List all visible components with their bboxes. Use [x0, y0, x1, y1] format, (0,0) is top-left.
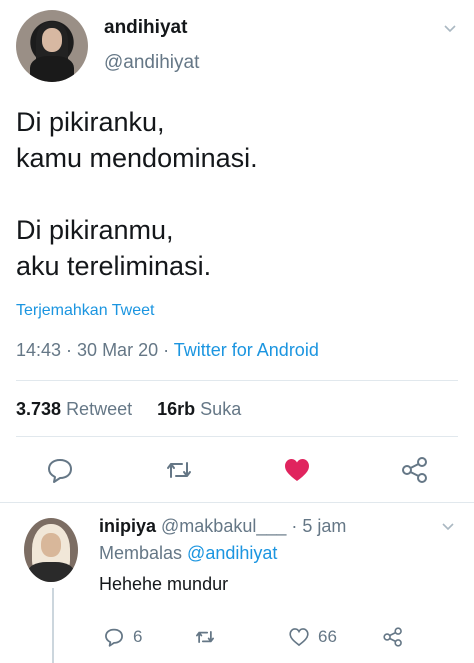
reply-handle[interactable]: @makbakul___	[161, 516, 286, 536]
reply-reply-count: 6	[133, 627, 143, 646]
like-count: 16rb	[157, 399, 196, 419]
retweet-count: 3.738	[16, 399, 62, 419]
user-handle[interactable]: @andihiyat	[104, 52, 199, 74]
reply-like-button[interactable]: 66	[288, 624, 337, 650]
avatar-face	[41, 533, 61, 557]
tweet-meta: 14:43 · 30 Mar 20 · Twitter for Android	[16, 340, 319, 361]
reply-share-button[interactable]	[382, 624, 404, 650]
like-button[interactable]	[282, 455, 312, 485]
retweet-icon	[196, 630, 214, 644]
reply-header: inipiya @makbakul___ · 5 jam	[99, 516, 346, 537]
replying-to-handle[interactable]: @andihiyat	[187, 543, 277, 563]
replying-prefix: Membalas	[99, 543, 183, 563]
avatar[interactable]	[24, 518, 78, 582]
retweet-label: Retweet	[66, 399, 133, 419]
like-label: Suka	[200, 399, 242, 419]
reply-actions: 6 66	[0, 624, 474, 654]
reply-time: · 5 jam	[291, 516, 347, 536]
reply-tweet[interactable]: inipiya @makbakul___ · 5 jam Membalas @a…	[0, 506, 474, 663]
tweet-text: Di pikiranku, kamu mendominasi. Di pikir…	[16, 107, 258, 281]
heart-icon	[285, 459, 309, 481]
tweet-source-link[interactable]: Twitter for Android	[174, 340, 319, 360]
reply-icon	[105, 628, 123, 647]
avatar-body	[30, 56, 74, 82]
retweet-stat[interactable]: 3.738 Retweet	[16, 399, 132, 419]
divider	[16, 436, 458, 437]
tweet-timestamp: 14:43 · 30 Mar 20 ·	[16, 340, 174, 360]
divider	[0, 502, 474, 503]
reply-retweet-button[interactable]	[194, 624, 216, 650]
avatar-face	[42, 28, 62, 52]
reply-display-name[interactable]: inipiya	[99, 516, 156, 536]
divider	[16, 380, 458, 381]
reply-text: Hehehe mundur	[99, 574, 229, 594]
share-icon	[383, 627, 402, 647]
avatar-body	[28, 562, 74, 582]
reply-reply-button[interactable]: 6	[103, 624, 142, 650]
tweet-stats: 3.738 Retweet 16rb Suka	[16, 399, 241, 420]
tweet-actions	[0, 446, 474, 494]
share-icon	[402, 457, 427, 483]
translate-tweet-link[interactable]: Terjemahkan Tweet	[16, 302, 154, 320]
share-button[interactable]	[400, 455, 430, 485]
reply-button[interactable]	[45, 455, 75, 485]
retweet-button[interactable]	[164, 455, 194, 485]
chevron-down-icon[interactable]	[443, 22, 457, 36]
heart-icon	[289, 628, 309, 647]
reply-icon	[48, 459, 72, 483]
reply-like-count: 66	[318, 627, 337, 646]
avatar[interactable]	[16, 10, 88, 82]
chevron-down-icon[interactable]	[441, 520, 455, 534]
replying-to: Membalas @andihiyat	[99, 543, 277, 564]
like-stat[interactable]: 16rb Suka	[157, 399, 241, 419]
display-name[interactable]: andihiyat	[104, 17, 187, 39]
retweet-icon	[167, 462, 191, 478]
